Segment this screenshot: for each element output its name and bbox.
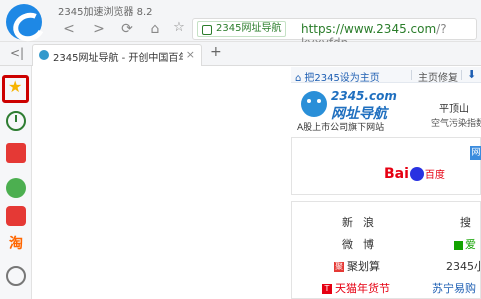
browser-toolbar: 2345加速浏览器 8.2 < > ⟳ ⌂ ☆ 2345网址导航 https:/… — [0, 0, 481, 50]
baidu-cn: 百度 — [424, 170, 445, 181]
sidebar-taobao-icon[interactable]: 淘 — [6, 234, 26, 254]
address-bar[interactable]: 2345网址导航 https://www.2345.com/?kyxyfdn — [192, 18, 477, 50]
security-badge[interactable]: 2345网址导航 — [197, 21, 287, 37]
link-sou[interactable]: 搜 — [460, 214, 471, 230]
bookmark-star-icon[interactable]: ☆ — [170, 20, 188, 38]
sidebar-news-icon[interactable] — [6, 143, 26, 163]
search-tab-web[interactable]: 网 — [470, 146, 481, 160]
popular-links: 新浪 搜 微博 爱 聚聚划算 2345小 T 天猫年货节 苏宁易购 — [291, 201, 481, 299]
sidebar-game-icon[interactable] — [6, 206, 26, 226]
sidebar-chat-icon[interactable] — [6, 178, 26, 198]
tab-active[interactable]: 2345网址导航 - 开创中国百年 × — [32, 44, 202, 66]
forward-button[interactable]: > — [90, 20, 108, 38]
link-tmall[interactable]: T 天猫年货节 — [322, 280, 390, 296]
sidebar-toggle-button[interactable]: <| — [10, 46, 24, 60]
sidebar-favorites-star-icon[interactable] — [6, 77, 26, 98]
divider — [461, 70, 462, 80]
site-tagline: A股上市公司旗下网站 — [297, 123, 385, 133]
link-juhuasuan-label: 聚划算 — [347, 260, 380, 273]
window-title: 2345加速浏览器 8.2 — [58, 7, 153, 18]
home-fix-link[interactable]: 主页修复 — [418, 69, 458, 84]
tab-close-icon[interactable]: × — [186, 48, 195, 61]
tmall-icon: T — [322, 284, 332, 294]
download-icon[interactable]: ⬇ — [467, 68, 476, 81]
link-aiqiyi-label: 爱 — [465, 238, 476, 251]
divider — [411, 70, 412, 80]
site-logo[interactable]: 2345.com 网址导航 A股上市公司旗下网站 — [297, 87, 427, 133]
reload-button[interactable]: ⟳ — [118, 20, 136, 38]
link-tmall-label: 天猫年货节 — [335, 282, 390, 295]
weather-city[interactable]: 平顶山 — [439, 100, 469, 115]
link-aiqiyi[interactable]: 爱 — [454, 236, 476, 252]
baidu-paw-icon — [409, 167, 424, 181]
link-weibo[interactable]: 微博 — [342, 236, 384, 252]
weather-air: 空气污染指数 — [431, 119, 481, 129]
new-tab-button[interactable]: + — [210, 44, 222, 60]
site-domain: 2345.com — [331, 89, 397, 103]
url-host: https://www.2345.com — [301, 22, 437, 36]
page-content: 把2345设为主页 主页修复 ⬇ 2345.com 网址导航 A股上市公司旗下网… — [33, 67, 481, 299]
home-button[interactable]: ⌂ — [146, 20, 164, 38]
set-homepage-link[interactable]: 把2345设为主页 — [295, 69, 379, 84]
octopus-logo-icon — [301, 91, 327, 117]
tab-title: 2345网址导航 - 开创中国百年 — [53, 53, 183, 64]
baidu-text: Bai — [384, 166, 409, 182]
juhuasuan-icon: 聚 — [334, 262, 344, 272]
baidu-logo[interactable]: Bai 百度 — [384, 166, 445, 182]
tab-favicon-icon — [39, 50, 49, 60]
link-sina[interactable]: 新浪 — [342, 214, 384, 230]
search-panel: 网 Bai 百度 — [291, 137, 481, 195]
sidebar: 淘 — [0, 66, 32, 299]
sidebar-gamepad-icon[interactable] — [6, 266, 26, 286]
sidebar-history-clock-icon[interactable] — [6, 111, 26, 131]
link-juhuasuan[interactable]: 聚聚划算 — [334, 258, 380, 274]
browser-logo-icon — [6, 4, 42, 40]
tab-strip: <| 2345网址导航 - 开创中国百年 × + — [0, 42, 481, 66]
aiqiyi-icon — [454, 240, 463, 250]
utility-bar: 把2345设为主页 主页修复 ⬇ — [291, 67, 481, 84]
link-2345-small[interactable]: 2345小 — [446, 258, 481, 274]
link-suning[interactable]: 苏宁易购 — [432, 280, 476, 296]
back-button[interactable]: < — [60, 20, 78, 38]
